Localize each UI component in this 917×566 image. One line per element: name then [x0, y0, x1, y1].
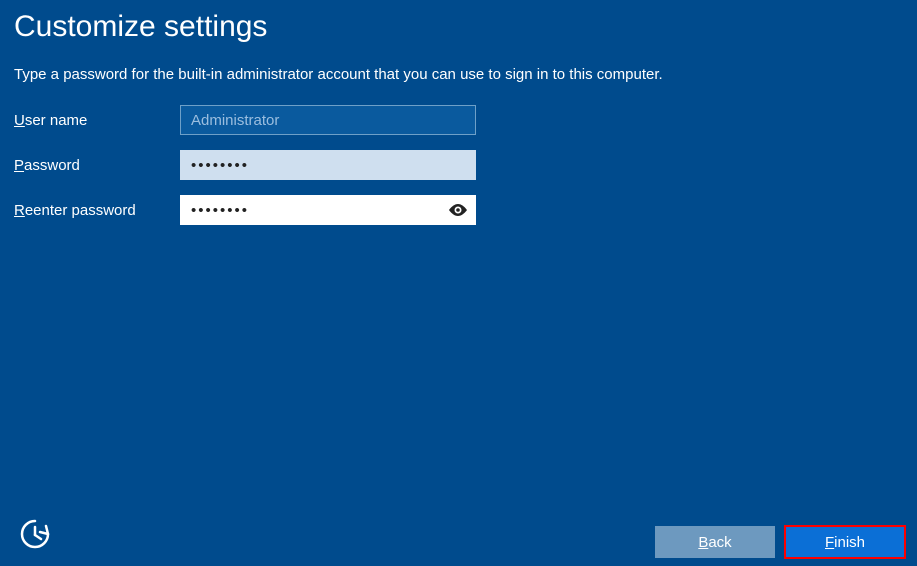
- page-subtitle: Type a password for the built-in adminis…: [14, 66, 917, 83]
- back-button-rest: ack: [708, 534, 731, 551]
- page-title: Customize settings: [14, 10, 917, 44]
- finish-button-accesskey: F: [825, 534, 834, 551]
- row-username: User name: [14, 105, 917, 135]
- ease-of-access-icon[interactable]: [18, 517, 52, 556]
- label-reenter-rest: eenter password: [25, 202, 136, 219]
- row-password: Password: [14, 150, 917, 180]
- reenter-password-input[interactable]: [180, 195, 476, 225]
- row-reenter: Reenter password: [14, 195, 917, 225]
- username-input: [180, 105, 476, 135]
- label-password-rest: assword: [24, 157, 80, 174]
- label-reenter-accesskey: R: [14, 202, 25, 219]
- settings-form: User name Password Reenter password: [14, 105, 917, 225]
- label-password: Password: [14, 157, 180, 174]
- password-input[interactable]: [180, 150, 476, 180]
- finish-button[interactable]: Finish: [785, 526, 905, 558]
- back-button-accesskey: B: [698, 534, 708, 551]
- label-username-rest: ser name: [25, 112, 88, 129]
- label-username: User name: [14, 112, 180, 129]
- label-password-accesskey: P: [14, 157, 24, 174]
- label-reenter: Reenter password: [14, 202, 180, 219]
- label-username-accesskey: U: [14, 112, 25, 129]
- back-button[interactable]: Back: [655, 526, 775, 558]
- footer-buttons: Back Finish: [655, 526, 905, 558]
- finish-button-rest: inish: [834, 534, 865, 551]
- reveal-password-icon[interactable]: [448, 200, 468, 220]
